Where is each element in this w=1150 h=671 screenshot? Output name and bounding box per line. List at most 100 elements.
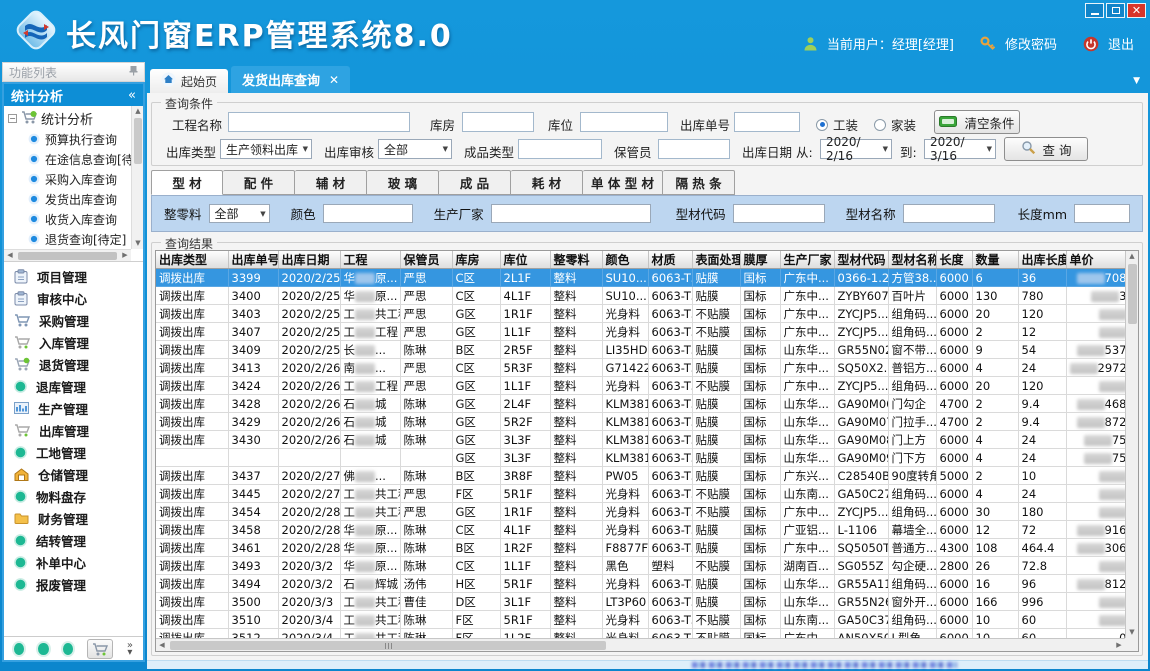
grid-cell[interactable]: 180 — [1018, 503, 1066, 521]
sidebar-menu-item[interactable]: 出库管理 — [4, 419, 143, 441]
grid-cell[interactable]: 整料 — [550, 521, 602, 539]
grid-cell[interactable]: 468 — [1066, 395, 1125, 413]
grid-cell[interactable]: 贴膜 — [692, 269, 740, 287]
grid-cell[interactable]: 2020/3/3 — [278, 593, 340, 611]
grid-cell[interactable]: 72.8 — [1018, 557, 1066, 575]
grid-cell[interactable]: 国标 — [740, 485, 780, 503]
grid-cell[interactable] — [400, 449, 452, 467]
grid-cell[interactable]: 2020/2/27 — [278, 467, 340, 485]
column-header[interactable]: 工程 — [340, 251, 400, 269]
grid-cell[interactable]: F区 — [452, 611, 500, 629]
grid-cell[interactable]: 不贴膜 — [692, 503, 740, 521]
color-input[interactable] — [323, 204, 413, 223]
grid-cell[interactable]: 华原... — [340, 521, 400, 539]
grid-cell[interactable]: 山东华... — [780, 593, 834, 611]
grid-cell[interactable]: G区 — [452, 377, 500, 395]
grid-cell[interactable]: 2020/2/28 — [278, 521, 340, 539]
table-row[interactable]: 调拨出库34612020/2/28华原...陈琳B区1R2F整料F8877FT6… — [156, 539, 1125, 557]
grid-cell[interactable]: 780 — [1018, 287, 1066, 305]
whole-part-select[interactable]: 全部▼ — [209, 204, 270, 223]
grid-cell[interactable]: 整料 — [550, 269, 602, 287]
sidebar-menu-item[interactable]: 报废管理 — [4, 573, 143, 595]
tree-item[interactable]: 收货入库查询 — [4, 209, 131, 229]
grid-cell[interactable]: 国标 — [740, 575, 780, 593]
grid-cell[interactable]: 不贴膜 — [692, 377, 740, 395]
grid-cell[interactable]: 60 — [1018, 629, 1066, 639]
grid-cell[interactable]: 整料 — [550, 467, 602, 485]
grid-cell[interactable]: 组角码... — [888, 575, 936, 593]
grid-cell[interactable]: 陈琳 — [400, 395, 452, 413]
grid-cell[interactable]: 工共工程 — [340, 485, 400, 503]
grid-cell[interactable]: 3428 — [228, 395, 278, 413]
grid-cell[interactable]: 不贴膜 — [692, 323, 740, 341]
grid-vertical-scrollbar[interactable]: ▲ ▼ — [1125, 251, 1138, 638]
grid-cell[interactable]: 工共工程 — [340, 503, 400, 521]
grid-cell[interactable]: 普铝方... — [888, 359, 936, 377]
grid-cell[interactable]: 石城 — [340, 413, 400, 431]
column-header[interactable]: 型材名称 — [888, 251, 936, 269]
grid-cell[interactable]: 5R2F — [500, 413, 550, 431]
grid-cell[interactable]: KLM3817 — [602, 413, 648, 431]
grid-cell[interactable] — [156, 449, 228, 467]
column-header[interactable]: 出库类型 — [156, 251, 228, 269]
scroll-left-icon[interactable]: ◀ — [4, 250, 16, 261]
grid-cell[interactable]: 4700 — [936, 413, 972, 431]
grid-cell[interactable]: 24 — [1018, 431, 1066, 449]
grid-cell[interactable]: 调拨出库 — [156, 323, 228, 341]
grid-cell[interactable]: 贴膜 — [692, 449, 740, 467]
grid-cell[interactable]: 光身料 — [602, 503, 648, 521]
scrollbar-thumb[interactable] — [134, 118, 142, 164]
grid-cell[interactable]: 陈琳 — [400, 341, 452, 359]
grid-cell[interactable]: 120 — [1018, 305, 1066, 323]
grid-cell[interactable]: 陈琳 — [400, 611, 452, 629]
sidebar-menu-item[interactable]: 仓储管理 — [4, 463, 143, 485]
grid-cell[interactable]: 整料 — [550, 575, 602, 593]
grid-cell[interactable]: 916 — [1066, 521, 1125, 539]
table-row[interactable]: 调拨出库34132020/2/26南...严思C区5R3F整料G71422606… — [156, 359, 1125, 377]
grid-cell[interactable]: 整料 — [550, 593, 602, 611]
grid-cell[interactable]: 1R1F — [500, 503, 550, 521]
grid-cell[interactable]: 整料 — [550, 557, 602, 575]
grid-cell[interactable]: 4 — [972, 431, 1018, 449]
tree-item[interactable]: 发货出库查询 — [4, 189, 131, 209]
grid-cell[interactable]: 整料 — [550, 611, 602, 629]
grid-cell[interactable]: 调拨出库 — [156, 593, 228, 611]
grid-cell[interactable]: 贴膜 — [692, 431, 740, 449]
tree-item[interactable]: 在途信息查询[待 — [4, 149, 131, 169]
grid-cell[interactable]: 整料 — [550, 539, 602, 557]
grid-cell[interactable]: 窗外开... — [888, 593, 936, 611]
grid-cell[interactable]: 3413 — [228, 359, 278, 377]
grid-cell[interactable]: 2 — [972, 413, 1018, 431]
grid-cell[interactable]: 6063-T5 — [648, 377, 692, 395]
grid-cell[interactable]: 6000 — [936, 269, 972, 287]
grid-cell[interactable]: 陈琳 — [400, 539, 452, 557]
grid-cell[interactable]: 门拉手... — [888, 413, 936, 431]
grid-cell[interactable]: 严思 — [400, 485, 452, 503]
grid-cell[interactable]: 3424 — [228, 377, 278, 395]
grid-cell[interactable]: 1R2F — [500, 539, 550, 557]
grid-cell[interactable]: 工共工程 — [340, 593, 400, 611]
grid-cell[interactable]: GR55N26 — [834, 593, 888, 611]
grid-cell[interactable]: 24 — [1018, 359, 1066, 377]
grid-cell[interactable]: G区 — [452, 395, 500, 413]
grid-cell[interactable] — [1066, 305, 1125, 323]
material-tab[interactable]: 单 体 型 材 — [583, 170, 663, 195]
grid-cell[interactable]: 不贴膜 — [692, 629, 740, 639]
table-row[interactable]: 调拨出库34032020/2/25工共工程严思G区1R1F整料光身料6063-T… — [156, 305, 1125, 323]
grid-cell[interactable]: 9 — [972, 341, 1018, 359]
sidebar-menu-item[interactable]: 工地管理 — [4, 441, 143, 463]
grid-cell[interactable]: 5R1F — [500, 611, 550, 629]
grid-cell[interactable]: 12 — [1018, 323, 1066, 341]
tree-horizontal-scrollbar[interactable]: ◀ ▶ — [4, 249, 131, 261]
grid-cell[interactable]: 窗不带... — [888, 341, 936, 359]
grid-cell[interactable]: 3L3F — [500, 449, 550, 467]
grid-cell[interactable]: 54 — [1018, 341, 1066, 359]
grid-cell[interactable]: 佛... — [340, 467, 400, 485]
minimize-button[interactable] — [1085, 3, 1104, 18]
grid-cell[interactable]: 5R1F — [500, 485, 550, 503]
grid-cell[interactable]: 广东中... — [780, 377, 834, 395]
grid-cell[interactable]: SU10... — [602, 287, 648, 305]
grid-cell[interactable]: 6000 — [936, 611, 972, 629]
tab-shipping-query[interactable]: 发货出库查询 ✕ — [231, 66, 350, 93]
grid-cell[interactable]: 3 — [1066, 287, 1125, 305]
